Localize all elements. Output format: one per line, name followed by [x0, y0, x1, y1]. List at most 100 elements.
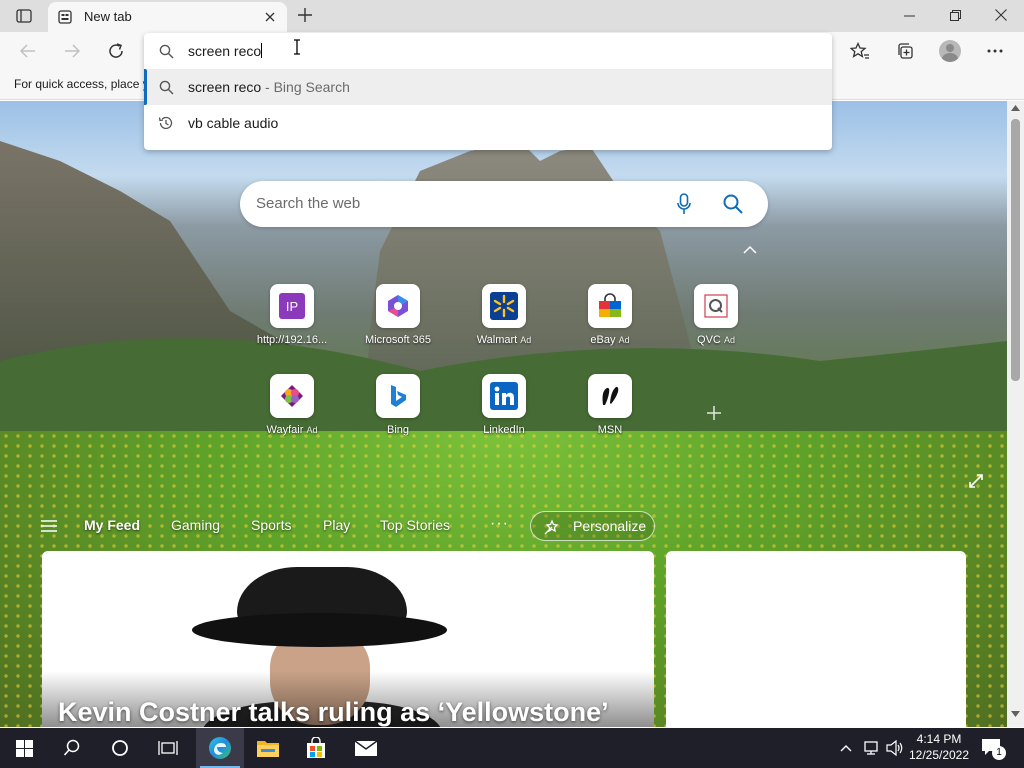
chevron-up-icon[interactable] [742, 245, 758, 255]
start-button[interactable] [0, 728, 48, 768]
show-hidden-icons-button[interactable] [836, 728, 856, 768]
quick-link-qvc[interactable]: QVC Ad [676, 284, 756, 364]
arrow-right-icon [65, 44, 80, 58]
forward-button[interactable] [58, 38, 86, 64]
tab-bar: New tab [0, 0, 1024, 32]
web-search-placeholder: Search the web [256, 195, 361, 212]
quick-link-label: eBay [590, 334, 616, 346]
action-center-button[interactable]: 1 [980, 736, 1006, 763]
clock-time: 4:14 PM [916, 732, 962, 746]
quick-link-bing[interactable]: Bing [358, 374, 438, 454]
quick-link-microsoft365[interactable]: Microsoft 365 [358, 284, 438, 364]
microsoft365-icon [388, 295, 408, 317]
microphone-icon[interactable] [677, 193, 691, 215]
tab-actions-button[interactable] [10, 6, 38, 26]
quick-link-label: Bing [386, 424, 410, 436]
favorites-button[interactable] [845, 38, 875, 64]
qvc-icon [704, 294, 728, 318]
taskbar-mail-button[interactable] [342, 728, 390, 768]
taskbar-edge-button[interactable] [196, 728, 244, 768]
scrollbar-thumb[interactable] [1011, 119, 1020, 381]
refresh-button[interactable] [102, 38, 130, 64]
new-tab-button[interactable] [294, 4, 316, 26]
chevron-up-icon [840, 745, 852, 752]
address-bar-text: screen reco [188, 43, 262, 59]
feed-tab-top-stories[interactable]: Top Stories [380, 517, 450, 533]
network-button[interactable] [860, 728, 882, 768]
quick-link-label: MSN [597, 424, 623, 436]
suggestion-bing-search[interactable]: screen reco - Bing Search [144, 69, 832, 105]
tab-new-tab[interactable]: New tab [48, 2, 287, 32]
suggestion-text: screen reco [188, 79, 262, 95]
collections-icon [898, 43, 913, 59]
hamburger-menu-icon[interactable] [40, 519, 58, 533]
cortana-button[interactable] [96, 728, 144, 768]
quick-link-walmart[interactable]: Walmart Ad [464, 284, 544, 364]
personalize-icon [544, 519, 559, 535]
taskbar-file-explorer-button[interactable] [244, 728, 292, 768]
feed-tab-play[interactable]: Play [323, 517, 350, 533]
settings-more-button[interactable] [980, 38, 1010, 64]
quick-link-label: LinkedIn [483, 424, 525, 436]
news-card-featured[interactable]: Kevin Costner talks ruling as ‘Yellowsto… [42, 551, 654, 727]
news-card-side[interactable] [666, 551, 966, 727]
scroll-up-icon[interactable] [1011, 105, 1020, 111]
feed-more-button[interactable]: ··· [490, 515, 509, 533]
edge-icon [209, 737, 231, 759]
search-icon [158, 43, 174, 59]
newtab-favicon-icon [58, 10, 72, 24]
quick-link-label: Microsoft 365 [364, 334, 432, 346]
tab-actions-icon [16, 9, 32, 23]
refresh-icon [109, 43, 123, 58]
personalize-button[interactable]: Personalize [530, 511, 655, 541]
quick-link-linkedin[interactable]: LinkedIn [464, 374, 544, 454]
page-scrollbar[interactable] [1007, 101, 1024, 727]
cortana-icon [112, 740, 128, 756]
taskbar-clock[interactable]: 4:14 PM 12/25/2022 [908, 731, 970, 763]
quick-link-label: QVC [697, 334, 721, 346]
taskbar-search-button[interactable] [48, 728, 96, 768]
expand-icon[interactable] [968, 473, 984, 489]
avatar [939, 40, 961, 62]
task-view-button[interactable] [144, 728, 192, 768]
task-view-icon [158, 741, 178, 755]
suggestion-history[interactable]: vb cable audio [144, 105, 832, 141]
network-icon [864, 741, 878, 755]
profile-button[interactable] [935, 38, 965, 64]
folder-icon [257, 741, 279, 757]
ad-badge: Ad [306, 425, 318, 435]
search-icon[interactable] [722, 193, 744, 215]
quick-link-msn[interactable]: MSN [570, 374, 650, 454]
notification-count-badge: 1 [992, 746, 1006, 760]
minimize-button[interactable] [886, 0, 932, 30]
ad-badge: Ad [618, 335, 630, 345]
restore-button[interactable] [932, 0, 978, 30]
scroll-down-icon[interactable] [1011, 711, 1020, 717]
volume-button[interactable] [884, 728, 906, 768]
close-window-button[interactable] [978, 0, 1024, 30]
walmart-icon [490, 292, 518, 320]
news-headline[interactable]: Kevin Costner talks ruling as ‘Yellowsto… [58, 697, 609, 727]
tab-close-button[interactable] [261, 8, 279, 26]
collections-button[interactable] [890, 38, 920, 64]
feed-tab-my-feed[interactable]: My Feed [84, 517, 140, 533]
web-search-box[interactable]: Search the web [240, 181, 768, 227]
quick-link-ip[interactable]: IP http://192.16... [252, 284, 332, 364]
favorites-bar-message: For quick access, place y [14, 77, 149, 91]
feed-navigation: My Feed Gaming Sports Play Top Stories ·… [0, 511, 1007, 543]
taskbar-store-button[interactable] [292, 728, 340, 768]
speaker-icon [886, 740, 903, 756]
ibeam-cursor-icon [294, 39, 300, 55]
quick-link-wayfair[interactable]: Wayfair Ad [252, 374, 332, 454]
mail-icon [354, 740, 378, 756]
feed-tab-sports[interactable]: Sports [251, 517, 291, 533]
address-bar-input[interactable]: screen reco [144, 33, 832, 69]
news-photo-hat-brim [192, 613, 447, 647]
quick-link-ebay[interactable]: eBay Ad [570, 284, 650, 364]
close-icon [995, 9, 1007, 21]
suggestion-suffix: - Bing Search [261, 79, 350, 95]
feed-tab-gaming[interactable]: Gaming [171, 517, 220, 533]
back-button[interactable] [14, 38, 42, 64]
add-quick-link-icon[interactable] [706, 405, 722, 421]
arrow-left-icon [20, 44, 35, 58]
